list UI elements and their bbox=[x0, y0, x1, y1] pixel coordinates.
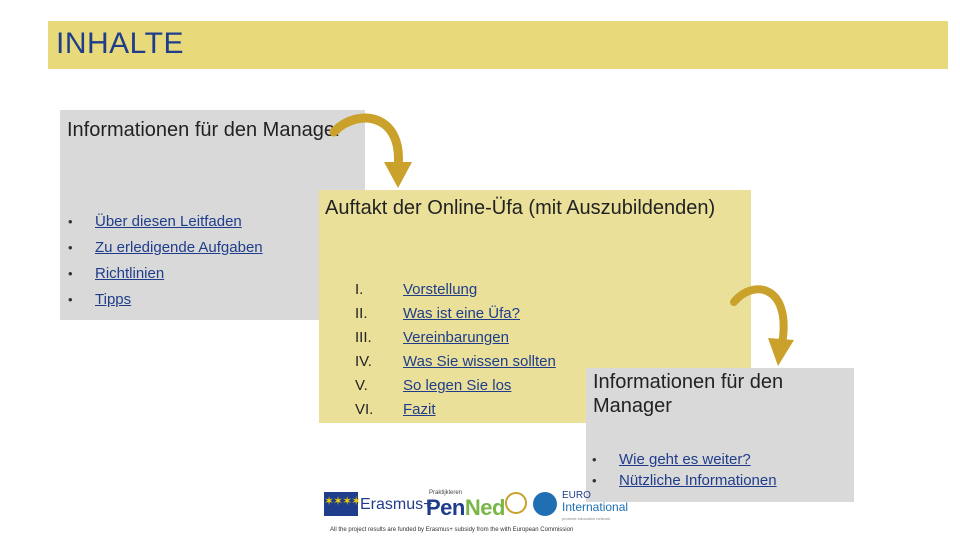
list-item: I. Vorstellung bbox=[355, 278, 556, 302]
manager-info-list-2: • Wie geht es weiter? • Nützliche Informat… bbox=[592, 449, 777, 491]
bullet-icon: • bbox=[592, 452, 597, 467]
list-number: II. bbox=[355, 305, 368, 322]
funding-footnote: All the project results are funded by Er… bbox=[330, 527, 574, 533]
list-item: • Wie geht es weiter? bbox=[592, 449, 777, 470]
link-richtlinien[interactable]: Richtlinien bbox=[95, 265, 164, 282]
penned-logo-a: Pen bbox=[426, 495, 465, 520]
globe-icon bbox=[533, 492, 557, 516]
erasmus-logo: Erasmus+ bbox=[360, 496, 433, 513]
curved-arrow-icon bbox=[329, 113, 412, 188]
penned-logo-b: Ned bbox=[464, 495, 506, 520]
penned-logo: PenNed bbox=[426, 495, 505, 521]
link-was-sie-wissen[interactable]: Was Sie wissen sollten bbox=[403, 353, 556, 370]
eu-flag-icon: ✶✶✶✶ bbox=[324, 492, 361, 516]
list-item: • Über diesen Leitfaden bbox=[68, 209, 263, 235]
kickoff-heading: Auftakt der Online-Üfa (mit Auszubildend… bbox=[325, 197, 716, 219]
euro-international-logo: International bbox=[562, 500, 629, 514]
bullet-icon: • bbox=[68, 240, 73, 255]
list-number: III. bbox=[355, 329, 372, 346]
kickoff-list: I. Vorstellung II. Was ist eine Üfa? III. V… bbox=[355, 278, 556, 422]
list-item: • Tipps bbox=[68, 287, 263, 313]
link-was-ist-ufa[interactable]: Was ist eine Üfa? bbox=[403, 305, 520, 322]
list-number: VI. bbox=[355, 401, 374, 418]
bullet-icon: • bbox=[68, 292, 73, 307]
list-item: • Richtlinien bbox=[68, 261, 263, 287]
manager-info-box-2: Informationen für den Manager • Wie geht … bbox=[586, 368, 854, 502]
bullet-icon: • bbox=[68, 266, 73, 281]
globe-icon bbox=[505, 492, 527, 514]
curved-arrow-icon bbox=[730, 285, 794, 366]
list-item: III. Vereinbarungen bbox=[355, 326, 556, 350]
link-aufgaben[interactable]: Zu erledigende Aufgaben bbox=[95, 239, 263, 256]
manager-info-heading-2: Informationen für den Manager bbox=[593, 371, 784, 417]
link-tipps[interactable]: Tipps bbox=[95, 291, 131, 308]
footer-logos: ✶✶✶✶ Erasmus+ Praktijkleren PenNed EURO … bbox=[324, 488, 634, 524]
link-so-legen-sie-los[interactable]: So legen Sie los bbox=[403, 377, 511, 394]
link-fazit[interactable]: Fazit bbox=[403, 401, 436, 418]
list-item: IV. Was Sie wissen sollten bbox=[355, 350, 556, 374]
list-number: IV. bbox=[355, 353, 372, 370]
link-leitfaden[interactable]: Über diesen Leitfaden bbox=[95, 213, 242, 230]
list-number: V. bbox=[355, 377, 368, 394]
bullet-icon: • bbox=[68, 214, 73, 229]
page-title: INHALTE bbox=[56, 27, 184, 60]
link-wie-geht-es-weiter[interactable]: Wie geht es weiter? bbox=[619, 451, 751, 468]
link-nuetzliche-informationen[interactable]: Nützliche Informationen bbox=[619, 472, 777, 489]
list-item: • Zu erledigende Aufgaben bbox=[68, 235, 263, 261]
manager-info-heading: Informationen für den Manager bbox=[67, 119, 342, 141]
list-item: V. So legen Sie los bbox=[355, 374, 556, 398]
list-item: II. Was ist eine Üfa? bbox=[355, 302, 556, 326]
manager-info-list: • Über diesen Leitfaden • Zu erledigende A… bbox=[68, 209, 263, 313]
link-vereinbarungen[interactable]: Vereinbarungen bbox=[403, 329, 509, 346]
list-item: VI. Fazit bbox=[355, 398, 556, 422]
list-number: I. bbox=[355, 281, 364, 298]
euro-international-tagline: promote education network bbox=[562, 516, 611, 521]
title-bar: INHALTE bbox=[48, 21, 948, 69]
link-vorstellung[interactable]: Vorstellung bbox=[403, 281, 477, 298]
